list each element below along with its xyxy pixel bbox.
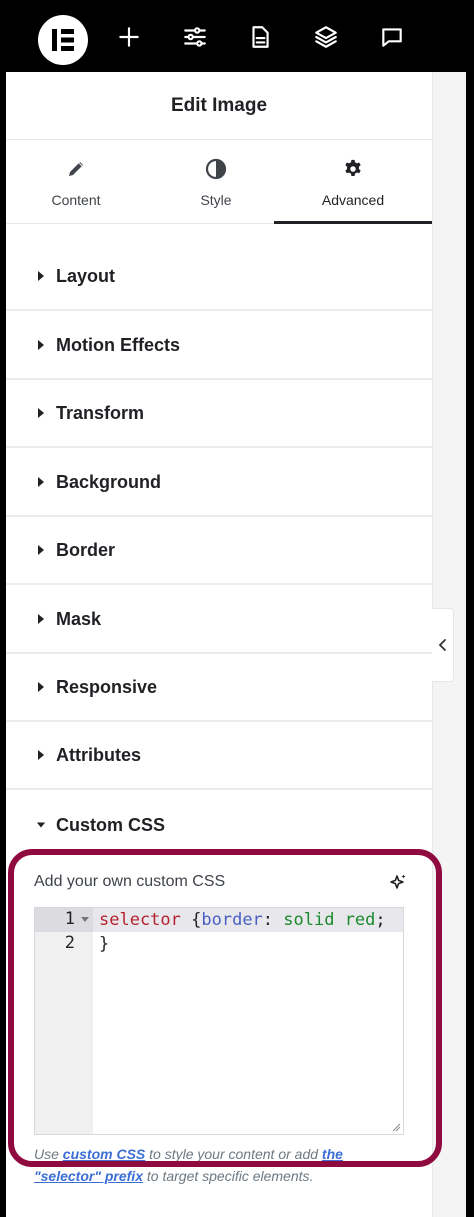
code-line-2: } xyxy=(99,934,110,954)
caret-right-icon xyxy=(36,613,46,625)
half-circle-icon xyxy=(205,158,227,180)
section-label: Responsive xyxy=(56,676,158,697)
custom-css-link[interactable]: custom CSS xyxy=(63,1146,145,1162)
section-label: Custom CSS xyxy=(56,814,166,835)
tab-style[interactable]: Style xyxy=(146,140,286,224)
custom-css-label: Add your own custom CSS xyxy=(34,873,226,890)
line-number: 1 xyxy=(35,908,93,932)
tab-advanced[interactable]: Advanced xyxy=(274,140,432,224)
section-custom-css[interactable]: Custom CSS xyxy=(6,791,432,859)
editor-panel: Edit Image Content Style Advanced Layout xyxy=(6,72,432,1217)
tab-content[interactable]: Content xyxy=(6,140,146,224)
chevron-left-icon xyxy=(438,639,446,651)
line-number: 2 xyxy=(64,933,75,953)
caret-right-icon xyxy=(36,544,46,556)
top-toolbar xyxy=(0,0,474,72)
section-label: Transform xyxy=(56,402,145,423)
layers-icon[interactable] xyxy=(306,15,346,59)
section-responsive[interactable]: Responsive xyxy=(6,654,432,722)
section-motion-effects[interactable]: Motion Effects xyxy=(6,312,432,380)
sparkle-icon[interactable] xyxy=(388,873,408,893)
caret-right-icon xyxy=(36,339,46,351)
page-icon[interactable] xyxy=(240,15,280,59)
caret-right-icon xyxy=(36,476,46,488)
section-layout[interactable]: Layout xyxy=(6,243,432,311)
app-frame: Edit Image Content Style Advanced Layout xyxy=(0,0,474,1217)
pencil-icon xyxy=(69,162,83,176)
caret-right-icon xyxy=(36,681,46,693)
elementor-logo-icon[interactable] xyxy=(38,15,88,65)
section-label: Background xyxy=(56,471,162,492)
section-label: Attributes xyxy=(56,744,141,765)
tab-content-label: Content xyxy=(51,192,101,208)
section-border[interactable]: Border xyxy=(6,517,432,585)
section-background[interactable]: Background xyxy=(6,449,432,517)
panel-tabs: Content Style Advanced xyxy=(6,140,432,224)
fold-arrow-icon xyxy=(81,917,89,922)
section-transform[interactable]: Transform xyxy=(6,380,432,448)
section-label: Border xyxy=(56,539,116,560)
tab-style-label: Style xyxy=(200,192,232,208)
sliders-icon[interactable] xyxy=(175,15,215,59)
section-mask[interactable]: Mask xyxy=(6,586,432,654)
section-label: Motion Effects xyxy=(56,334,180,355)
chat-icon[interactable] xyxy=(372,15,412,59)
editor-gutter: 1 2 xyxy=(35,908,93,1134)
section-label: Mask xyxy=(56,608,102,629)
collapse-panel-button[interactable] xyxy=(432,608,454,682)
caret-right-icon xyxy=(36,270,46,282)
code-line-1: selector {border: solid red; xyxy=(99,910,386,930)
section-attributes[interactable]: Attributes xyxy=(6,722,432,790)
panel-title: Edit Image xyxy=(6,72,432,140)
caret-down-icon xyxy=(36,819,46,831)
section-label: Layout xyxy=(56,265,116,286)
resize-handle-icon[interactable] xyxy=(391,1122,401,1132)
plus-icon[interactable] xyxy=(109,15,149,59)
caret-right-icon xyxy=(36,749,46,761)
custom-css-help: Use custom CSS to style your content or … xyxy=(34,1146,343,1184)
css-code-editor[interactable]: 1 2 selector {border: solid red; } xyxy=(34,907,404,1135)
custom-css-control: Add your own custom CSS 1 2 selector {bo… xyxy=(22,865,416,1205)
gear-icon xyxy=(345,159,361,176)
caret-right-icon xyxy=(36,407,46,419)
tab-advanced-label: Advanced xyxy=(321,192,385,208)
